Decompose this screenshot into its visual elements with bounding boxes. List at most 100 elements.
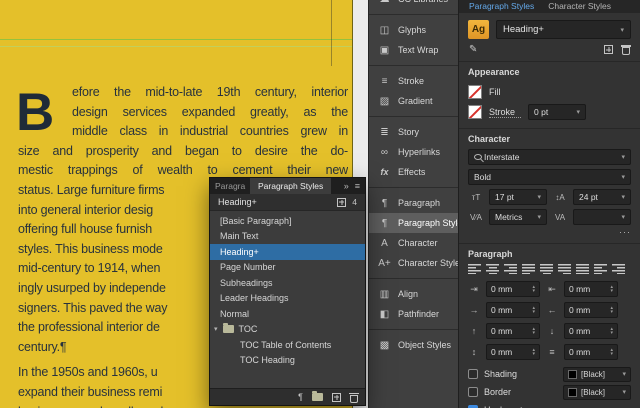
edit-style-button[interactable]: ✎ [469, 44, 477, 55]
cc-libraries-icon: ☁ [378, 0, 391, 5]
first-line-indent-field[interactable]: 0 mm [486, 302, 540, 318]
stroke-label[interactable]: Stroke [489, 107, 521, 118]
paragraph-icon: ¶ [381, 197, 388, 209]
style-item-toc-heading[interactable]: TOC Heading [210, 353, 365, 369]
tab-paragraph-styles-active[interactable]: Paragraph Styles [250, 178, 332, 194]
dock-item-gradient[interactable]: ▨ Gradient [369, 91, 458, 111]
stepper-arrows[interactable] [532, 327, 535, 335]
align-center-button[interactable] [486, 264, 499, 274]
stepper-arrows[interactable] [532, 285, 535, 293]
style-item-page-number[interactable]: Page Number [210, 260, 365, 276]
paragraph-styles-panel: Paragra Paragraph Styles » ≡ Heading+ 4 … [209, 177, 366, 406]
dock-item-effects[interactable]: fx Effects [369, 162, 458, 182]
dock-item-pathfinder[interactable]: ◧ Pathfinder [369, 304, 458, 324]
right-indent-field[interactable]: 0 mm [564, 281, 618, 297]
kerning-dropdown[interactable]: Metrics [489, 209, 547, 225]
space-between-field[interactable]: 0 mm [486, 344, 540, 360]
shading-color-dropdown[interactable]: [Black] [563, 366, 631, 382]
text-line: size and prosperity and began to desire … [18, 143, 348, 158]
fill-none-swatch[interactable] [468, 85, 482, 99]
stepper-arrows[interactable] [610, 285, 613, 293]
text-line: design services expanded greatly, as the [72, 104, 348, 119]
chevron-down-icon [621, 173, 625, 181]
delete-style-button[interactable] [621, 45, 631, 55]
tab-character-styles[interactable]: Character Styles [548, 1, 611, 11]
style-group-toc[interactable]: ▾ TOC [210, 322, 365, 338]
style-item-main-text[interactable]: Main Text [210, 229, 365, 245]
clear-overrides-icon[interactable]: ¶ [298, 392, 303, 402]
indesign-workspace: B efore the mid-to-late 19th century, in… [0, 0, 640, 408]
tab-paragraph-truncated[interactable]: Paragra [210, 178, 250, 194]
dock-item-stroke[interactable]: ≡ Stroke [369, 71, 458, 91]
current-style-row[interactable]: Heading+ 4 [210, 194, 365, 211]
column-guide[interactable] [331, 0, 332, 66]
style-item-leader-headings[interactable]: Leader Headings [210, 291, 365, 307]
expand-caret-icon[interactable]: ▾ [214, 325, 218, 333]
stepper-arrows[interactable] [532, 348, 535, 356]
stepper-arrows[interactable] [610, 306, 613, 314]
last-line-indent-field[interactable]: 0 mm [564, 302, 618, 318]
style-item-basic-paragraph[interactable]: [Basic Paragraph] [210, 213, 365, 229]
justify-right-button[interactable] [558, 264, 571, 274]
shading-checkbox[interactable] [468, 369, 478, 379]
dock-item-hyperlinks[interactable]: ∞ Hyperlinks [369, 142, 458, 162]
last-line-indent-icon: ← [547, 305, 557, 315]
border-checkbox[interactable] [468, 387, 478, 397]
tab-paragraph-styles[interactable]: Paragraph Styles [469, 1, 534, 11]
justify-center-button[interactable] [540, 264, 553, 274]
tracking-dropdown[interactable] [573, 209, 631, 225]
style-preview-chip: Ag [468, 20, 489, 39]
collapse-panel-icon[interactable]: » [344, 181, 349, 191]
align-towards-spine-button[interactable] [594, 264, 607, 274]
align-left-button[interactable] [468, 264, 481, 274]
stroke-weight-dropdown[interactable]: 0 pt [528, 104, 586, 120]
new-style-group-button[interactable] [312, 391, 323, 401]
create-style-button[interactable] [604, 45, 613, 54]
dock-item-glyphs[interactable]: ◫ Glyphs [369, 20, 458, 40]
justify-all-button[interactable] [576, 264, 589, 274]
style-name-dropdown[interactable]: Heading+ [496, 20, 631, 39]
space-between-row: ↕ 0 mm ≡ 0 mm [468, 344, 631, 360]
dock-item-object-styles[interactable]: ▩ Object Styles [369, 335, 458, 355]
font-size-dropdown[interactable]: 17 pt [489, 189, 547, 205]
grid-align-field[interactable]: 0 mm [564, 344, 618, 360]
dock-item-character-styles[interactable]: A+ Character Styles [369, 253, 458, 273]
stepper-arrows[interactable] [610, 327, 613, 335]
new-style-button[interactable] [332, 392, 341, 402]
leading-dropdown[interactable]: 24 pt [573, 189, 631, 205]
justify-left-button[interactable] [522, 264, 535, 274]
style-item-subheadings[interactable]: Subheadings [210, 275, 365, 291]
style-item-toc-table-of-contents[interactable]: TOC Table of Contents [210, 337, 365, 353]
dock-item-text-wrap[interactable]: ▣ Text Wrap [369, 40, 458, 60]
stepper-arrows[interactable] [610, 348, 613, 356]
font-style-dropdown[interactable]: Bold [468, 169, 631, 185]
more-options-button[interactable] [468, 227, 631, 237]
font-family-dropdown[interactable]: Interstate [468, 149, 631, 165]
stepper-arrows[interactable] [532, 306, 535, 314]
dock-item-paragraph[interactable]: ¶ Paragraph [369, 193, 458, 213]
panel-menu-icon[interactable]: ≡ [355, 181, 360, 191]
font-style-value: Bold [474, 172, 492, 182]
space-before-field[interactable]: 0 mm [486, 323, 540, 339]
horizontal-guide[interactable] [0, 39, 353, 40]
align-away-spine-button[interactable] [612, 264, 625, 274]
border-color-dropdown[interactable]: [Black] [563, 384, 631, 400]
horizontal-guide-secondary[interactable] [0, 46, 353, 47]
hyphenate-row: Hyphenate [468, 401, 631, 408]
space-after-field[interactable]: 0 mm [564, 323, 618, 339]
field-value: 0 mm [569, 284, 591, 294]
delete-style-button[interactable] [349, 392, 359, 403]
current-style-name: Heading+ [218, 197, 257, 207]
style-item-normal[interactable]: Normal [210, 306, 365, 322]
dock-item-cc-libraries[interactable]: ☁ CC Libraries [369, 0, 458, 9]
dock-item-align[interactable]: ▥ Align [369, 284, 458, 304]
border-color-value: [Black] [581, 387, 606, 397]
style-item-heading-selected[interactable]: Heading+ [210, 244, 365, 260]
left-indent-field[interactable]: 0 mm [486, 281, 540, 297]
align-right-button[interactable] [504, 264, 517, 274]
stroke-none-swatch[interactable] [468, 105, 482, 119]
dock-item-character[interactable]: A Character [369, 233, 458, 253]
dock-item-paragraph-styles[interactable]: ¶ Paragraph Styles [369, 213, 458, 233]
dock-separator [369, 187, 458, 188]
dock-item-story[interactable]: ≣ Story [369, 122, 458, 142]
